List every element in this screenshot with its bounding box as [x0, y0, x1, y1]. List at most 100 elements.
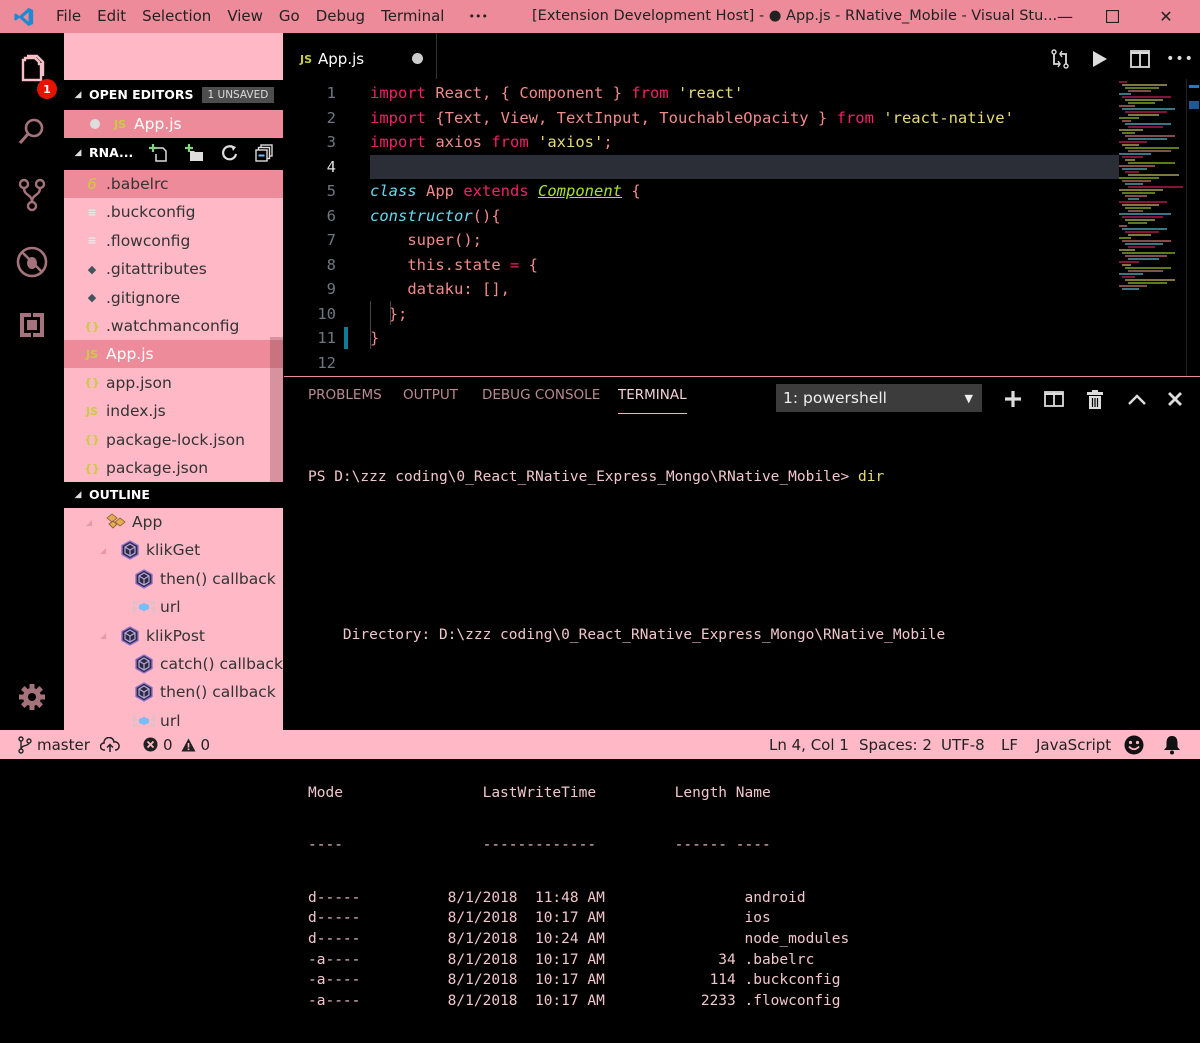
code-line[interactable]: 1 import React, { Component } from 'react… [284, 81, 1119, 106]
file-item[interactable]: ≡ .buckconfig [64, 198, 283, 226]
menu-selection[interactable]: Selection [134, 0, 219, 33]
new-folder-icon[interactable] [185, 143, 205, 163]
open-editor-app-js[interactable]: JS App.js [64, 110, 283, 138]
language-mode[interactable]: JavaScript [1036, 730, 1111, 759]
expand-triangle-icon[interactable]: ◢ [100, 546, 118, 555]
cursor-position[interactable]: Ln 4, Col 1 [769, 730, 849, 759]
file-item[interactable]: {} app.json [64, 369, 283, 397]
code-line[interactable]: 9 dataku: [], [284, 277, 1119, 302]
menu-go[interactable]: Go [271, 0, 308, 33]
file-item[interactable]: {} .watchmanconfig [64, 312, 283, 340]
code-line[interactable]: 11} [284, 326, 1119, 351]
split-terminal-button[interactable] [1041, 386, 1067, 412]
source-control-button[interactable] [8, 171, 56, 219]
outline-item[interactable]: then() callback [64, 565, 283, 593]
split-editor-button[interactable] [1120, 50, 1160, 68]
terminal-dir-row: -a---- 8/1/2018 10:17 AM 34 .babelrc [308, 951, 815, 968]
code-line[interactable]: 7 super(); [284, 228, 1119, 253]
publish-button[interactable] [100, 730, 120, 759]
outline-item[interactable]: ◢ App [64, 508, 283, 536]
expand-triangle-icon[interactable]: ◢ [100, 631, 118, 640]
menu-debug[interactable]: Debug [308, 0, 373, 33]
open-editors-header[interactable]: ◢ OPEN EDITORS 1 UNSAVED [64, 81, 284, 108]
more-actions-button[interactable]: ••• [1160, 51, 1200, 67]
end-of-line[interactable]: LF [1001, 730, 1018, 759]
file-item[interactable]: JS index.js [64, 397, 283, 425]
code-editor[interactable]: 1 import React, { Component } from 'react… [284, 81, 1119, 375]
outline-header[interactable]: ◢ OUTLINE [64, 481, 284, 508]
extensions-button[interactable] [8, 301, 56, 349]
problems-indicator[interactable]: 0 0 [143, 730, 210, 759]
minimize-button[interactable]: — [1042, 0, 1088, 33]
file-item[interactable]: {} package.json [64, 454, 283, 482]
indentation[interactable]: Spaces: 2 [859, 730, 932, 759]
notifications-button[interactable] [1163, 730, 1181, 759]
bell-icon [1164, 735, 1180, 754]
code-line[interactable]: 2 import {Text, View, TextInput, Touchabl… [284, 106, 1119, 131]
collapse-all-icon[interactable] [255, 143, 273, 162]
scroll-cursor-marker [1189, 85, 1199, 88]
minimap-line [1122, 84, 1167, 86]
menu-file[interactable]: File [48, 0, 89, 33]
file-item[interactable]: JS App.js [64, 340, 283, 369]
git-file-icon: ◆ [87, 262, 97, 276]
menu-terminal[interactable]: Terminal [373, 0, 452, 33]
outline-item[interactable]: catch() callback [64, 650, 283, 678]
maximize-panel-button[interactable] [1124, 386, 1150, 412]
outline-item[interactable]: then() callback [64, 678, 283, 706]
outline-item[interactable]: ◢ klikGet [64, 536, 283, 564]
new-file-icon[interactable] [149, 143, 169, 163]
outline-item[interactable]: ◢ klikPost [64, 622, 283, 650]
outline-item[interactable]: url [64, 593, 283, 621]
code-line[interactable]: 5 class App extends Component { [284, 179, 1119, 204]
file-item[interactable]: ≡ .flowconfig [64, 227, 283, 255]
minimap-line [1122, 288, 1139, 290]
tab-app-js[interactable]: JS App.js [284, 33, 454, 85]
code-line[interactable]: 10 }; [284, 302, 1119, 327]
menu-view[interactable]: View [219, 0, 271, 33]
tab-problems[interactable]: PROBLEMS [308, 387, 382, 414]
minimap[interactable] [1119, 81, 1183, 311]
search-button[interactable] [8, 107, 56, 155]
file-item[interactable]: 6 .babelrc [64, 170, 283, 198]
new-terminal-button[interactable] [1000, 386, 1026, 412]
folder-header[interactable]: ◢ RNA... [64, 139, 284, 166]
menu-edit[interactable]: Edit [89, 0, 134, 33]
editor-scrollbar[interactable] [1186, 79, 1200, 376]
file-item[interactable]: {} package-lock.json [64, 426, 283, 454]
tab-output[interactable]: OUTPUT [403, 387, 458, 414]
code-text: import {Text, View, TextInput, Touchable… [370, 108, 1014, 127]
tab-debug-console[interactable]: DEBUG CONSOLE [482, 387, 600, 414]
feedback-button[interactable] [1124, 730, 1144, 759]
debug-button[interactable] [8, 238, 56, 286]
close-panel-button[interactable] [1162, 386, 1188, 412]
close-window-button[interactable]: ✕ [1143, 0, 1189, 33]
terminal-table-underline: ---- ------------- ------ ---- [308, 837, 771, 854]
refresh-icon[interactable] [221, 144, 239, 162]
encoding[interactable]: UTF-8 [941, 730, 985, 759]
unsaved-dot-icon[interactable] [412, 53, 423, 64]
code-line[interactable]: 6 constructor(){ [284, 204, 1119, 229]
smiley-icon [1124, 735, 1144, 754]
code-line[interactable]: 8 this.state = { [284, 253, 1119, 278]
maximize-button[interactable] [1089, 0, 1135, 33]
tab-terminal[interactable]: TERMINAL [618, 387, 687, 414]
file-item[interactable]: ◆ .gitignore [64, 284, 283, 312]
branch-indicator[interactable]: master [18, 730, 90, 759]
code-line[interactable]: 12 [284, 351, 1119, 376]
settings-button[interactable] [8, 673, 56, 721]
explorer-button[interactable]: 1 [8, 45, 57, 99]
terminal-select[interactable]: 1: powershell ▼ [776, 384, 982, 412]
open-changes-button[interactable] [1040, 49, 1080, 69]
code-line[interactable]: 4 [327, 154, 1119, 179]
run-button[interactable] [1080, 50, 1120, 68]
explorer-sidebar: ◢ OPEN EDITORS 1 UNSAVED JS App.js ◢ RNA… [64, 33, 284, 730]
menu-more[interactable]: ••• [460, 0, 495, 33]
file-item[interactable]: ◆ .gitattributes [64, 255, 283, 283]
expand-triangle-icon[interactable]: ◢ [86, 518, 104, 527]
minimap-line [1119, 117, 1139, 119]
file-tree-scrollbar[interactable] [270, 337, 283, 482]
kill-terminal-button[interactable] [1082, 386, 1108, 412]
code-line[interactable]: 3 import axios from 'axios'; [284, 130, 1119, 155]
minimap-line [1125, 159, 1135, 161]
